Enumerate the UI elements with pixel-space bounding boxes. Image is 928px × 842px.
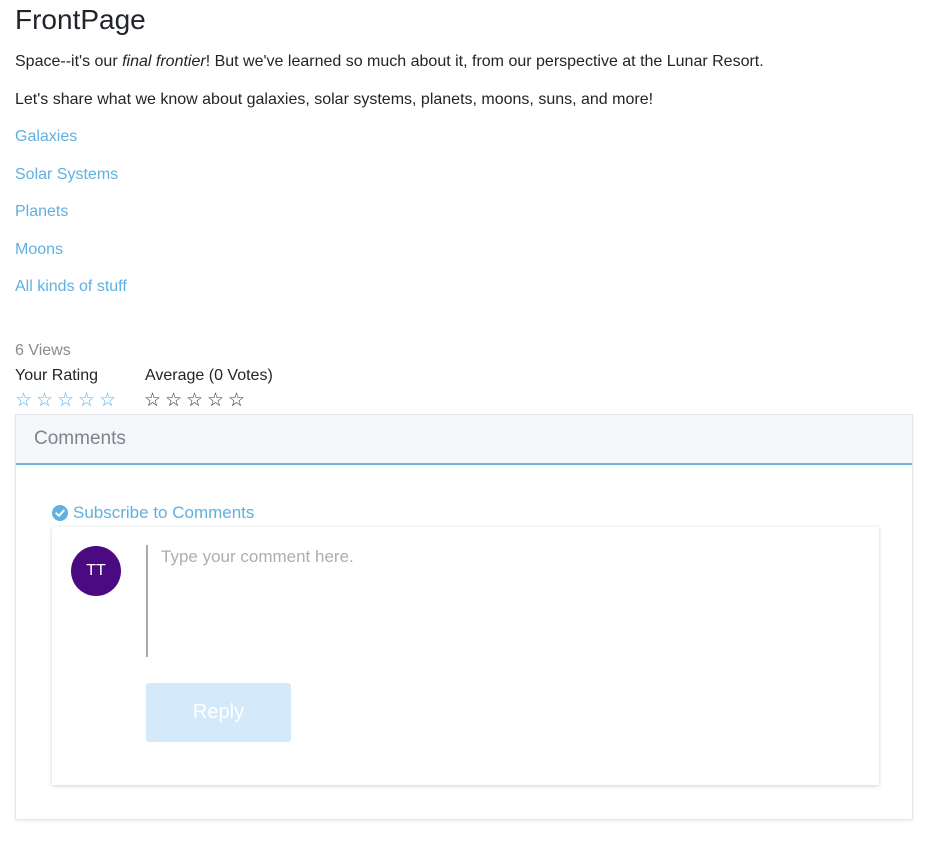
subscribe-label[interactable]: Subscribe to Comments — [73, 503, 254, 523]
intro-paragraph: Space--it's our final frontier! But we'v… — [15, 52, 764, 72]
average-rating-star-icon: ☆ — [228, 389, 246, 411]
your-rating-star-icon[interactable]: ☆ — [78, 389, 99, 411]
your-rating-star-icon[interactable]: ☆ — [57, 389, 78, 411]
average-rating-star-icon: ☆ — [165, 389, 183, 411]
subscribe-to-comments-link[interactable]: Subscribe to Comments — [52, 503, 254, 523]
intro-text-end: ! But we've learned so much about it, fr… — [205, 53, 764, 70]
page-title: FrontPage — [15, 4, 146, 35]
average-rating-star-icon: ☆ — [144, 389, 162, 411]
check-circle-icon — [52, 505, 68, 521]
your-rating-star-icon[interactable]: ☆ — [99, 389, 120, 411]
intro-text-start: Space--it's our — [15, 53, 123, 70]
avatar: TT — [71, 546, 121, 596]
comment-editor: TT Reply — [52, 527, 879, 785]
view-count: 6 Views — [15, 342, 71, 359]
your-rating-label: Your Rating — [15, 367, 99, 384]
link-moons[interactable]: Moons — [15, 240, 63, 260]
reply-button[interactable]: Reply — [146, 683, 291, 742]
link-all-kinds-of-stuff[interactable]: All kinds of stuff — [15, 277, 127, 297]
intro-emphasis: final frontier — [122, 53, 206, 70]
link-solar-systems[interactable]: Solar Systems — [15, 165, 118, 185]
your-rating-star-icon[interactable]: ☆ — [36, 389, 57, 411]
average-rating-star-icon: ☆ — [207, 389, 225, 411]
your-rating-star-icon[interactable]: ☆ — [15, 389, 36, 411]
comments-header[interactable]: Comments — [16, 415, 912, 465]
link-planets[interactable]: Planets — [15, 202, 68, 222]
average-rating-stars: ☆ ☆ ☆ ☆ ☆ — [144, 389, 249, 411]
link-galaxies[interactable]: Galaxies — [15, 127, 77, 147]
intro-paragraph-2: Let's share what we know about galaxies,… — [15, 91, 654, 108]
your-rating-stars[interactable]: ☆ ☆ ☆ ☆ ☆ — [15, 389, 120, 411]
average-rating-label: Average (0 Votes) — [145, 367, 273, 384]
comments-panel: Comments Subscribe to Comments TT Reply — [15, 414, 913, 820]
comments-title[interactable]: Comments — [34, 428, 126, 450]
comment-input[interactable] — [146, 545, 846, 657]
average-rating-star-icon: ☆ — [186, 389, 204, 411]
